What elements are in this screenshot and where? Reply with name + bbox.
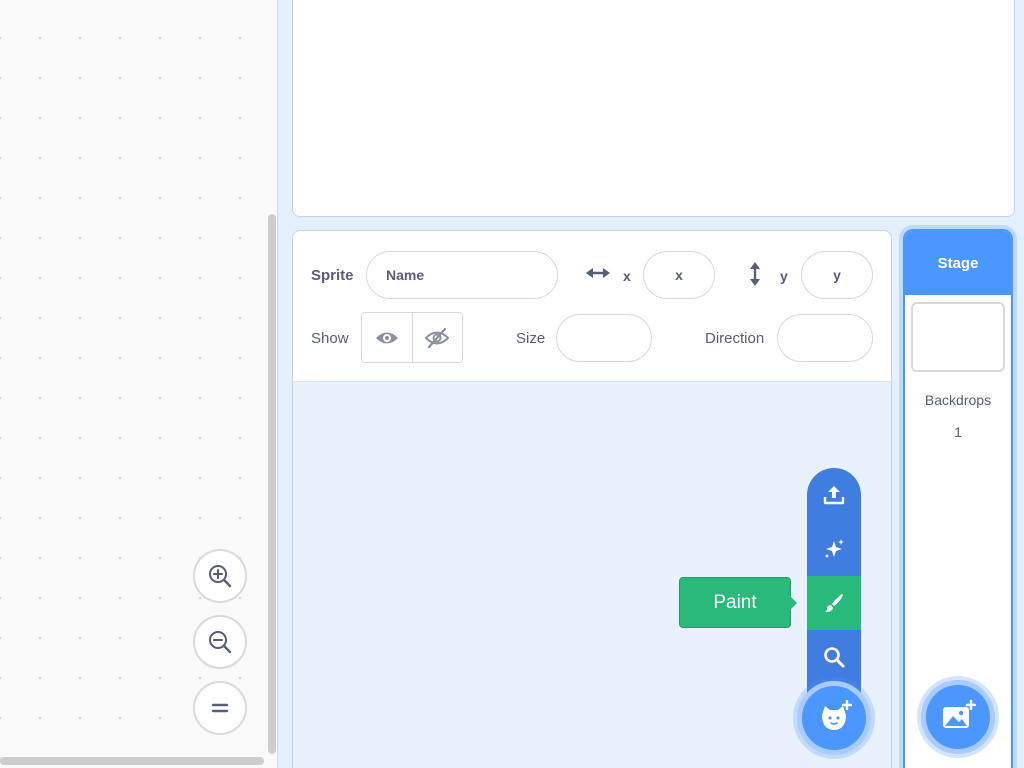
paint-icon: [825, 594, 843, 612]
zoom-out-button[interactable]: [193, 615, 247, 669]
show-label: Show: [311, 330, 349, 347]
sprite-menu: [807, 468, 861, 702]
hide-sprite-button[interactable]: [411, 313, 462, 362]
choose-sprite-button[interactable]: [797, 681, 871, 755]
show-sprite-button[interactable]: [362, 313, 412, 362]
choose-sprite-icon: [822, 700, 852, 730]
x-position-input[interactable]: x: [643, 251, 715, 299]
y-label: y: [780, 268, 788, 284]
surprise-sprite-button[interactable]: [807, 522, 861, 576]
code-workspace[interactable]: [0, 0, 278, 768]
zoom-in-icon: [209, 565, 232, 588]
zoom-reset-icon: [211, 703, 229, 713]
stage-canvas[interactable]: [292, 0, 1015, 217]
eye-hidden-icon: [425, 327, 450, 348]
workspace-vertical-scrollbar[interactable]: [268, 214, 276, 754]
choose-sprite-search-button[interactable]: [807, 630, 861, 684]
direction-label: Direction: [705, 330, 765, 347]
tooltip-arrow: [789, 595, 797, 611]
sprite-name-input[interactable]: Name: [366, 251, 558, 299]
size-label: Size: [516, 330, 546, 347]
sprite-label: Sprite: [311, 267, 354, 284]
zoom-out-icon: [209, 631, 232, 654]
sprite-info-panel: Sprite Name x x y y Show Size Direction: [293, 231, 891, 382]
eye-icon: [375, 332, 398, 343]
choose-backdrop-button[interactable]: [921, 680, 995, 754]
paint-tooltip: Paint: [679, 577, 791, 628]
size-input[interactable]: [556, 314, 652, 362]
choose-backdrop-icon: [943, 699, 976, 728]
zoom-in-button[interactable]: [193, 549, 247, 603]
direction-input[interactable]: [777, 314, 873, 362]
workspace-horizontal-scrollbar[interactable]: [0, 757, 264, 765]
zoom-reset-button[interactable]: [193, 681, 247, 735]
x-label: x: [623, 268, 631, 284]
upload-icon: [823, 486, 845, 505]
stage-header: Stage: [905, 231, 1011, 295]
backdrops-label: Backdrops: [924, 392, 992, 408]
backdrops-count: 1: [954, 424, 962, 440]
horizontal-arrows-icon: [585, 265, 611, 281]
sprite-pane: Sprite Name x x y y Show Size Direction …: [292, 230, 892, 768]
upload-sprite-button[interactable]: [807, 468, 861, 522]
show-toggle-group: [361, 312, 463, 363]
stage-thumbnail[interactable]: [911, 302, 1005, 372]
vertical-arrows-icon: [747, 261, 763, 287]
surprise-icon: [825, 539, 844, 558]
paint-sprite-button[interactable]: [807, 576, 861, 630]
search-icon: [824, 647, 845, 668]
y-position-input[interactable]: y: [801, 251, 873, 299]
